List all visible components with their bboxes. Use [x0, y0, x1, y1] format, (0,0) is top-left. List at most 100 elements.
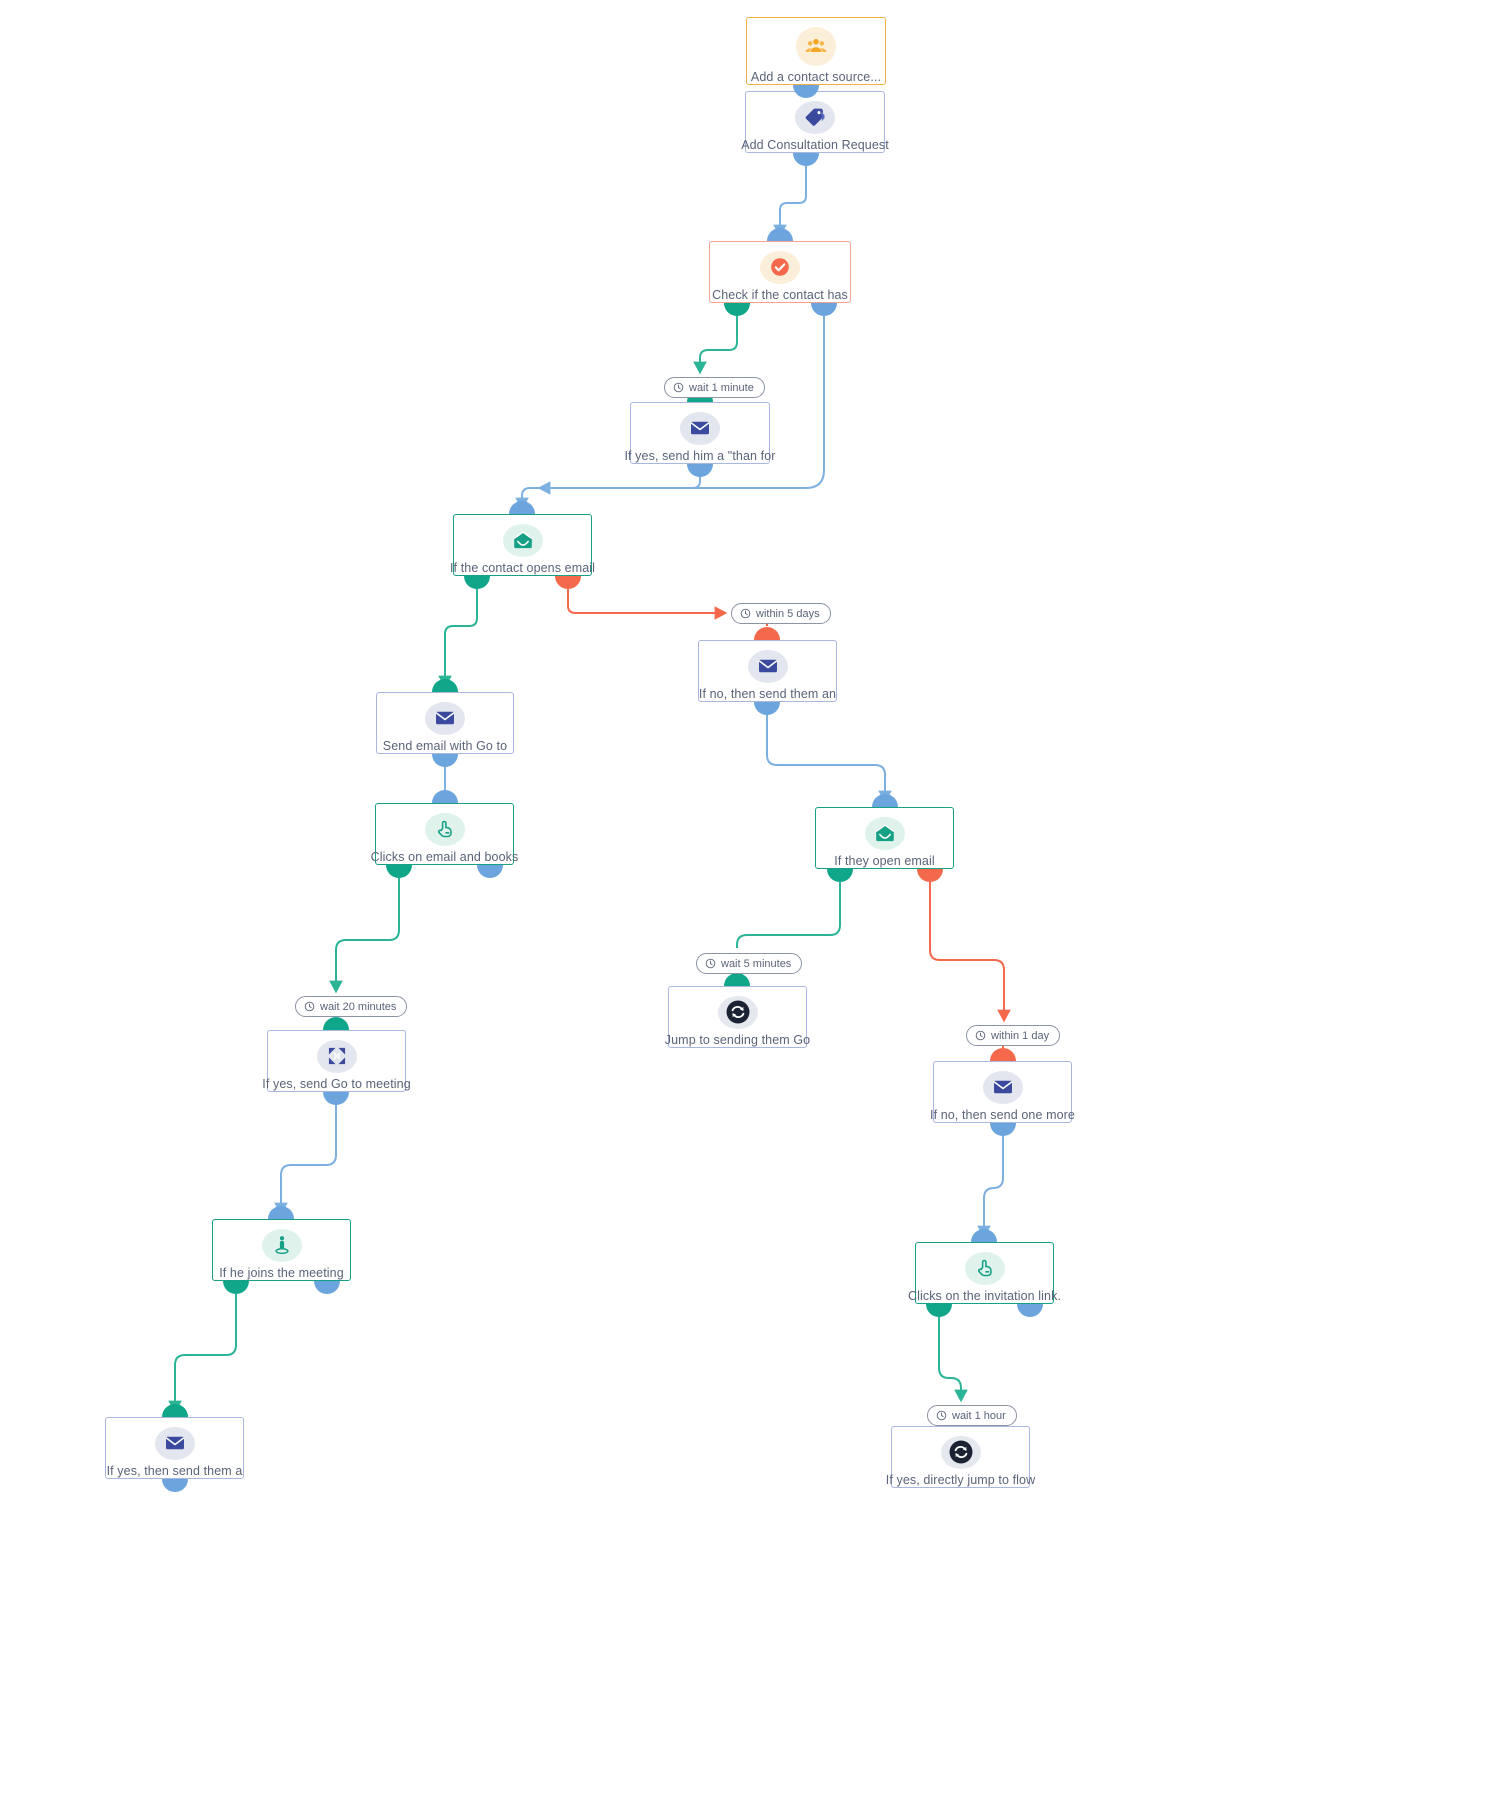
wait-badge-label: wait 1 hour — [952, 1409, 1006, 1422]
open-mail-icon — [864, 817, 905, 850]
node-label: If the contact opens email — [449, 560, 596, 575]
wait-badge-within-1-day[interactable]: within 1 day — [966, 1025, 1061, 1046]
port-top-blue-clicks-invitation[interactable] — [971, 1229, 997, 1242]
wait-badge-label: within 5 days — [756, 607, 820, 620]
port-bottom-green-opens-email-1[interactable] — [464, 576, 490, 589]
port-top-blue-they-open-email[interactable] — [872, 794, 898, 807]
node-send-goto-email[interactable]: Send email with Go to — [376, 692, 514, 754]
node-add-tag[interactable]: Add Consultation Request — [741, 91, 889, 153]
node-label: Check if the contact has — [712, 287, 848, 302]
port-bottom-green-clicks-books[interactable] — [386, 865, 412, 878]
node-label: If yes, send Go to meeting — [262, 1076, 411, 1091]
clock-icon — [740, 608, 751, 619]
edge-check-thankyou — [693, 316, 738, 375]
edge-clicksinv-wait1h — [938, 1317, 968, 1403]
port-top-green-send-goto-email[interactable] — [432, 679, 458, 692]
edge-theyopen-wait5 — [736, 882, 841, 948]
expand-arrows-icon — [316, 1040, 357, 1073]
port-top-blue-clicks-books[interactable] — [432, 790, 458, 803]
edge-nosendone-clicksinv — [977, 1123, 1004, 1239]
edge-nosend-theyopen — [766, 702, 892, 804]
port-top-green-send-goto-meeting[interactable] — [323, 1017, 349, 1030]
edge-gotomeeting-joins — [274, 1092, 337, 1216]
clock-icon — [673, 382, 684, 393]
port-bottom-blue-clicks-invitation[interactable] — [1017, 1304, 1043, 1317]
node-no-send-one-more[interactable]: If no, then send one more — [930, 1061, 1075, 1123]
port-bottom-blue-send-goto-email[interactable] — [432, 754, 458, 767]
port-bottom-green-clicks-invitation[interactable] — [926, 1304, 952, 1317]
port-bottom-red-they-open-email[interactable] — [917, 869, 943, 882]
node-clicks-books[interactable]: Clicks on email and books — [371, 803, 518, 865]
wait-badge-label: wait 20 minutes — [320, 1000, 397, 1013]
port-bottom-blue-send-goto-meeting[interactable] — [323, 1092, 349, 1105]
port-bottom-green-check-contact[interactable] — [724, 303, 750, 316]
jump-sync-icon — [940, 1436, 981, 1469]
port-top-blue-opens-email-1[interactable] — [509, 501, 535, 514]
workflow-canvas[interactable]: Add a contact source... Add Consultation … — [0, 0, 1489, 1806]
node-check-contact[interactable]: Check if the contact has — [709, 241, 851, 303]
wait-badge-wait-1-minute[interactable]: wait 1 minute — [664, 377, 765, 398]
node-send-goto-meeting[interactable]: If yes, send Go to meeting — [262, 1030, 411, 1092]
node-label: If no, then send them an — [698, 686, 837, 701]
node-label: Add a contact source... — [750, 69, 882, 84]
node-yes-send-them-a[interactable]: If yes, then send them a — [105, 1417, 244, 1479]
port-bottom-green-joins-meeting[interactable] — [223, 1281, 249, 1294]
edge-clicks-wait20 — [329, 878, 400, 994]
port-bottom-blue-add-tag[interactable] — [793, 153, 819, 166]
open-mail-icon — [502, 524, 543, 557]
node-they-open-email[interactable]: If they open email — [815, 807, 954, 869]
contacts-group-icon — [796, 27, 836, 66]
click-hand-icon — [424, 813, 465, 846]
jump-sync-icon — [717, 996, 758, 1029]
node-opens-email-1[interactable]: If the contact opens email — [450, 514, 595, 576]
node-label: If he joins the meeting — [219, 1265, 344, 1280]
node-directly-jump-flow[interactable]: If yes, directly jump to flow — [886, 1426, 1035, 1488]
wait-badge-label: wait 5 minutes — [721, 957, 792, 970]
node-label: Add Consultation Request — [741, 137, 889, 152]
mail-icon — [982, 1071, 1023, 1104]
port-bottom-blue-thank-you-email[interactable] — [687, 464, 713, 477]
node-label: If they open email — [834, 853, 935, 868]
port-bottom-blue-yes-send-them-a[interactable] — [162, 1479, 188, 1492]
wait-badge-wait-5-minutes[interactable]: wait 5 minutes — [696, 953, 803, 974]
port-bottom-blue-no-send-them-an[interactable] — [754, 702, 780, 715]
port-bottom-blue-check-contact[interactable] — [811, 303, 837, 316]
edge-opensemail-within5days — [567, 589, 728, 620]
edge-theyopen-within1day — [929, 882, 1011, 1023]
wait-badge-wait-20-minutes[interactable]: wait 20 minutes — [295, 996, 408, 1017]
clock-icon — [304, 1001, 315, 1012]
node-label: If yes, send him a "than for — [624, 448, 776, 463]
node-label: Clicks on the invitation link. — [907, 1288, 1062, 1303]
port-bottom-blue-no-send-one-more[interactable] — [990, 1123, 1016, 1136]
port-bottom-blue-clicks-books[interactable] — [477, 865, 503, 878]
node-no-send-them-an[interactable]: If no, then send them an — [698, 640, 837, 702]
port-top-blue-joins-meeting[interactable] — [268, 1206, 294, 1219]
wait-badge-wait-1-hour[interactable]: wait 1 hour — [927, 1405, 1017, 1426]
tag-icon — [795, 101, 835, 134]
port-top-red-no-send-one-more[interactable] — [990, 1048, 1016, 1061]
mail-icon — [425, 702, 465, 735]
node-clicks-invitation[interactable]: Clicks on the invitation link. — [908, 1242, 1061, 1304]
wait-badge-within-5-days[interactable]: within 5 days — [731, 603, 831, 624]
port-bottom-blue-joins-meeting[interactable] — [314, 1281, 340, 1294]
edge-opensemail-sendgoto — [438, 589, 478, 689]
clock-icon — [936, 1410, 947, 1421]
node-label: If yes, directly jump to flow — [885, 1472, 1036, 1487]
port-top-red-no-send-them-an[interactable] — [754, 627, 780, 640]
node-label: If yes, then send them a — [106, 1463, 243, 1478]
port-bottom-green-they-open-email[interactable] — [827, 869, 853, 882]
clock-icon — [975, 1030, 986, 1041]
port-top-green-yes-send-them-a[interactable] — [162, 1404, 188, 1417]
node-joins-meeting[interactable]: If he joins the meeting — [212, 1219, 351, 1281]
mail-icon — [680, 412, 720, 445]
port-top-blue-check-contact[interactable] — [767, 228, 793, 241]
node-jump-to-sending[interactable]: Jump to sending them Go — [665, 986, 810, 1048]
port-top-green-jump-to-sending[interactable] — [724, 973, 750, 986]
wait-badge-label: wait 1 minute — [689, 381, 754, 394]
click-hand-icon — [964, 1252, 1005, 1285]
port-bottom-red-opens-email-1[interactable] — [555, 576, 581, 589]
node-thank-you-email[interactable]: If yes, send him a "than for — [624, 402, 775, 464]
node-contact-source[interactable]: Add a contact source... — [746, 17, 886, 85]
clock-icon — [705, 958, 716, 969]
edge-joins-yessend — [168, 1294, 237, 1414]
